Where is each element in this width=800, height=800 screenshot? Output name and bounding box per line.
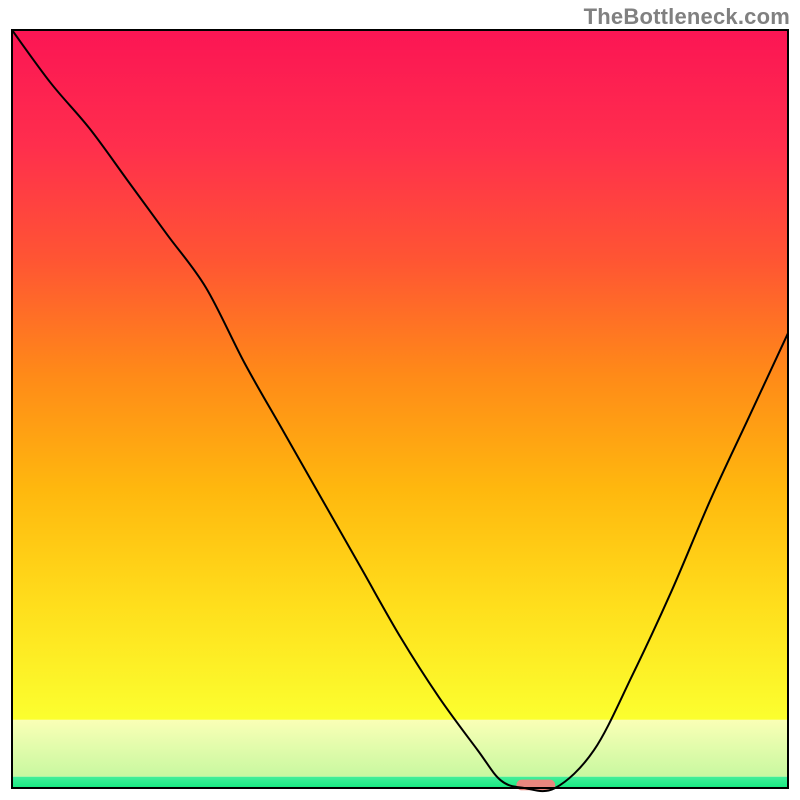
plot-area — [12, 30, 788, 791]
region-gradient-main — [12, 30, 788, 720]
chart-container: TheBottleneck.com — [0, 0, 800, 800]
bottleneck-chart — [0, 0, 800, 800]
region-pale-band — [12, 720, 788, 777]
region-green-band — [12, 777, 788, 788]
watermark-text: TheBottleneck.com — [584, 4, 790, 30]
